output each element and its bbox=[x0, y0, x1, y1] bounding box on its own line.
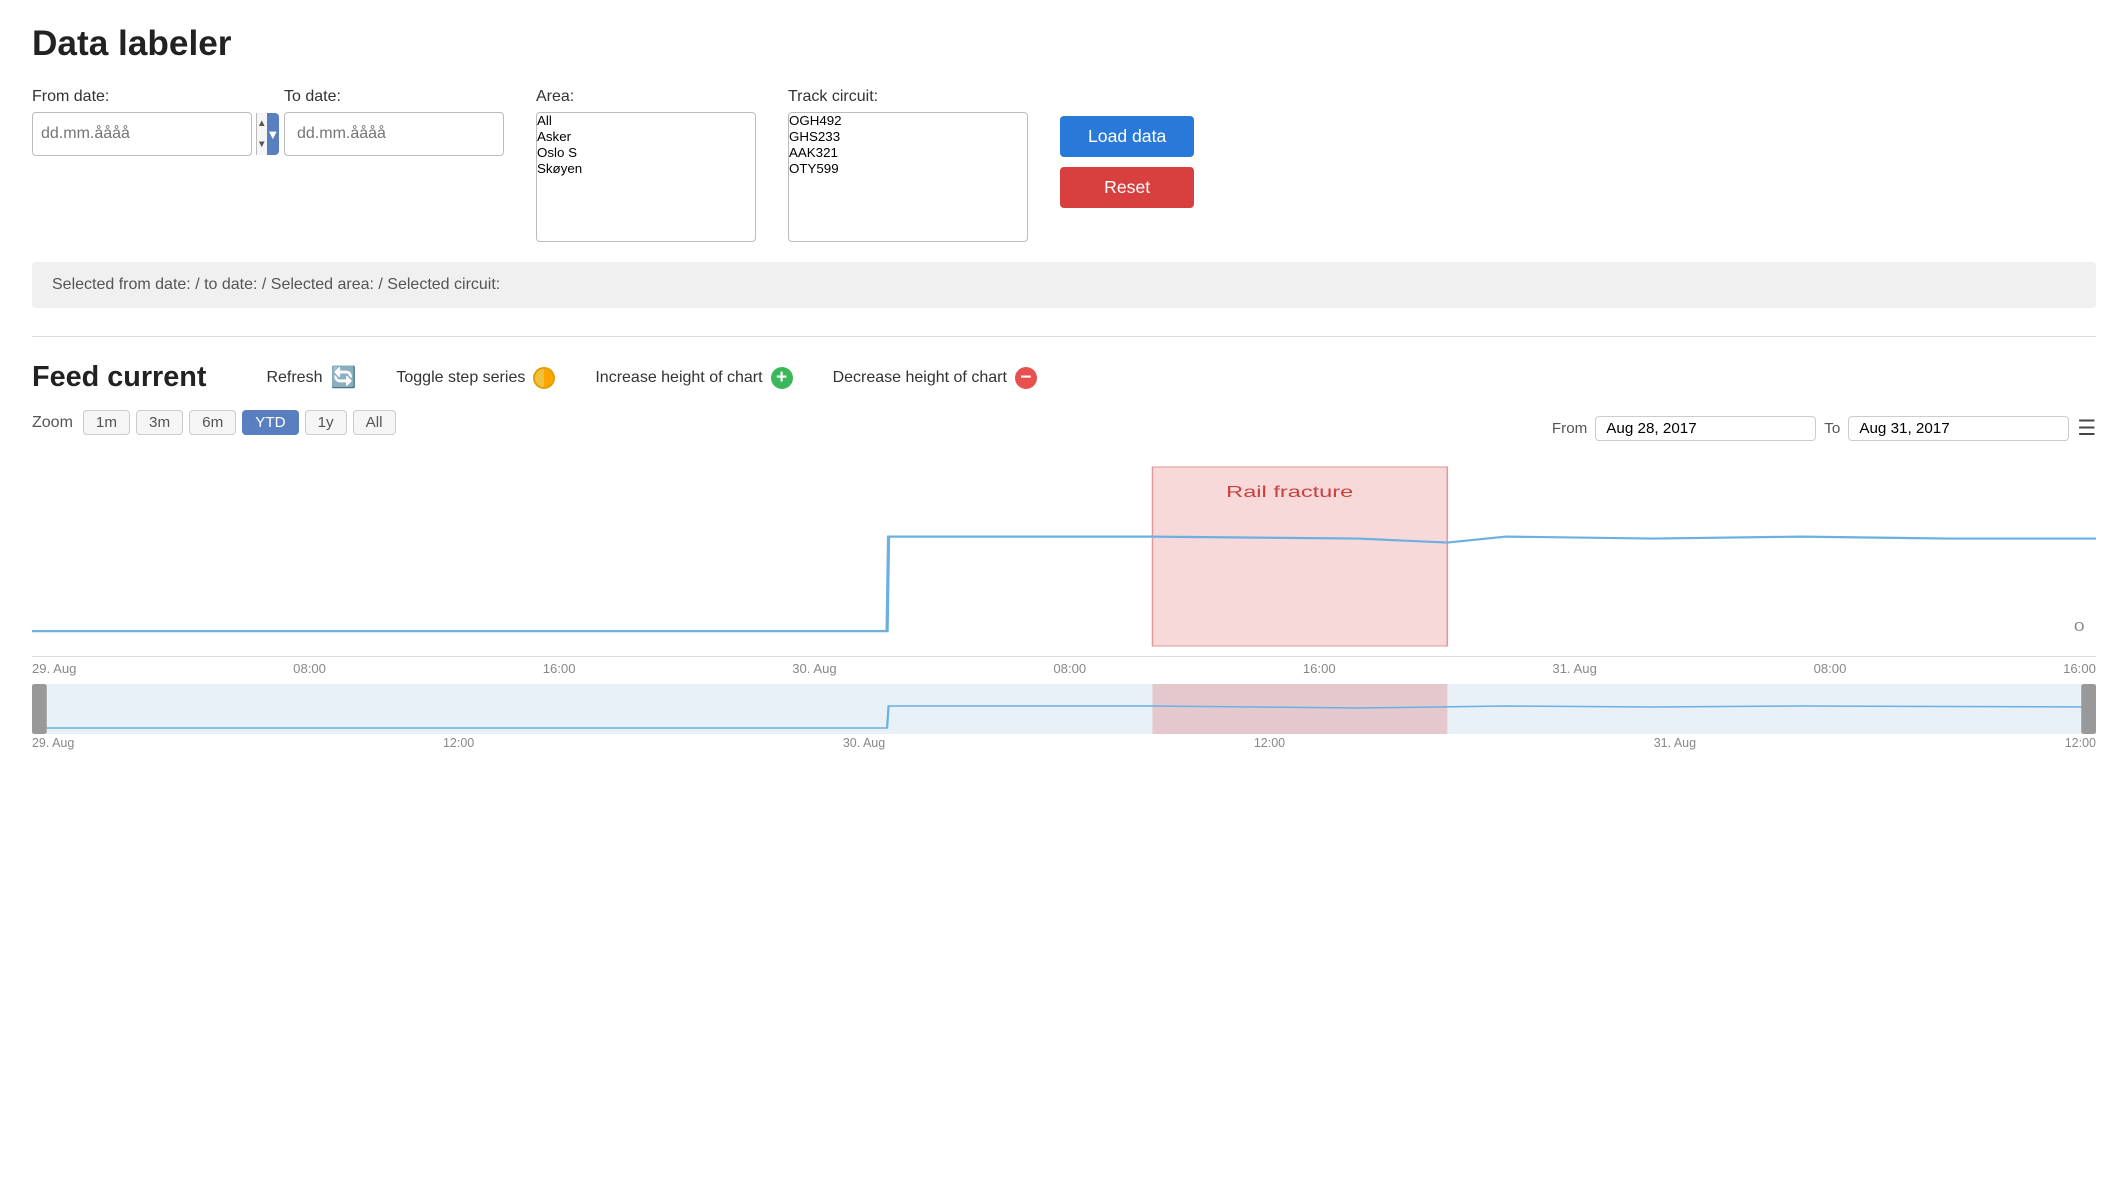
chart-menu-button[interactable]: ☰ bbox=[2077, 416, 2096, 441]
area-group: Area: AllAskerOslo SSkøyen bbox=[536, 88, 756, 242]
to-date-group: To date: bbox=[284, 88, 504, 156]
decrease-height-icon: − bbox=[1015, 367, 1037, 389]
x-label-5: 16:00 bbox=[1303, 661, 1336, 676]
page-container: Data labeler From date: ▲ ▼ ▼ To date: A… bbox=[0, 0, 2128, 776]
main-chart-area: Rail fracture 0 bbox=[32, 457, 2096, 657]
date-range-bar: From To ☰ bbox=[1552, 416, 2096, 441]
x-label-7: 08:00 bbox=[1814, 661, 1847, 676]
page-title: Data labeler bbox=[32, 24, 2096, 64]
action-buttons: Load data Reset bbox=[1060, 88, 1194, 208]
zoom-all[interactable]: All bbox=[353, 410, 396, 435]
from-range-label: From bbox=[1552, 420, 1587, 437]
mini-x-0: 29. Aug bbox=[32, 736, 74, 750]
area-listbox[interactable]: AllAskerOslo SSkøyen bbox=[536, 112, 756, 242]
x-label-2: 16:00 bbox=[543, 661, 576, 676]
toggle-step-ctrl[interactable]: Toggle step series bbox=[396, 367, 555, 389]
from-date-spin-buttons: ▲ ▼ bbox=[256, 113, 267, 155]
mini-right-handle[interactable] bbox=[2081, 684, 2096, 734]
x-label-0: 29. Aug bbox=[32, 661, 76, 676]
from-date-spin-down[interactable]: ▼ bbox=[257, 134, 267, 155]
chart-header: Feed current Refresh 🔄 Toggle step serie… bbox=[32, 361, 2096, 394]
x-label-8: 16:00 bbox=[2063, 661, 2096, 676]
to-date-input[interactable] bbox=[284, 112, 504, 156]
load-data-button[interactable]: Load data bbox=[1060, 116, 1194, 157]
increase-height-icon: + bbox=[771, 367, 793, 389]
status-text: Selected from date: / to date: / Selecte… bbox=[52, 276, 500, 293]
x-label-6: 31. Aug bbox=[1552, 661, 1596, 676]
track-circuit-group: Track circuit: OGH492GHS233AAK321OTY599 bbox=[788, 88, 1028, 242]
increase-height-ctrl[interactable]: Increase height of chart + bbox=[595, 367, 792, 389]
from-date-label: From date: bbox=[32, 88, 252, 106]
chart-x-labels: 29. Aug 08:00 16:00 30. Aug 08:00 16:00 … bbox=[32, 657, 2096, 680]
x-label-4: 08:00 bbox=[1053, 661, 1086, 676]
chart-section: Feed current Refresh 🔄 Toggle step serie… bbox=[32, 361, 2096, 752]
section-divider bbox=[32, 336, 2096, 337]
mini-x-2: 30. Aug bbox=[843, 736, 885, 750]
zoom-bar: Zoom 1m 3m 6m YTD 1y All bbox=[32, 410, 396, 435]
zoom-1y[interactable]: 1y bbox=[305, 410, 347, 435]
rail-fracture-label: Rail fracture bbox=[1226, 483, 1353, 500]
decrease-height-label: Decrease height of chart bbox=[833, 369, 1007, 387]
refresh-ctrl[interactable]: Refresh 🔄 bbox=[266, 366, 356, 390]
mini-left-handle[interactable] bbox=[32, 684, 47, 734]
refresh-icon: 🔄 bbox=[330, 366, 356, 390]
mini-chart-svg bbox=[32, 684, 2096, 734]
reset-button[interactable]: Reset bbox=[1060, 167, 1194, 208]
refresh-label: Refresh bbox=[266, 369, 322, 387]
increase-height-label: Increase height of chart bbox=[595, 369, 762, 387]
track-circuit-listbox[interactable]: OGH492GHS233AAK321OTY599 bbox=[788, 112, 1028, 242]
to-range-label: To bbox=[1824, 420, 1840, 437]
main-chart-svg: Rail fracture 0 bbox=[32, 457, 2096, 656]
y-zero-label: 0 bbox=[2074, 620, 2085, 634]
zoom-date-bar: Zoom 1m 3m 6m YTD 1y All From To ☰ bbox=[32, 410, 2096, 447]
mini-x-5: 12:00 bbox=[2065, 736, 2096, 750]
toggle-step-icon bbox=[533, 367, 555, 389]
area-label: Area: bbox=[536, 88, 756, 106]
from-range-input[interactable] bbox=[1595, 416, 1816, 441]
from-date-input[interactable] bbox=[33, 113, 256, 155]
x-label-1: 08:00 bbox=[293, 661, 326, 676]
to-range-input[interactable] bbox=[1848, 416, 2069, 441]
status-bar: Selected from date: / to date: / Selecte… bbox=[32, 262, 2096, 308]
zoom-6m[interactable]: 6m bbox=[189, 410, 236, 435]
zoom-ytd[interactable]: YTD bbox=[242, 410, 298, 435]
mini-x-1: 12:00 bbox=[443, 736, 474, 750]
from-date-dropdown-btn[interactable]: ▼ bbox=[267, 113, 280, 155]
mini-x-3: 12:00 bbox=[1254, 736, 1285, 750]
from-date-input-wrapper: ▲ ▼ ▼ bbox=[32, 112, 252, 156]
mini-bg bbox=[32, 684, 2096, 734]
decrease-height-ctrl[interactable]: Decrease height of chart − bbox=[833, 367, 1037, 389]
chart-line bbox=[32, 537, 2096, 632]
zoom-label: Zoom bbox=[32, 414, 73, 432]
filters-row: From date: ▲ ▼ ▼ To date: Area: AllAsker… bbox=[32, 88, 2096, 242]
x-label-3: 30. Aug bbox=[792, 661, 836, 676]
mini-x-4: 31. Aug bbox=[1654, 736, 1696, 750]
mini-annotation bbox=[1152, 684, 1447, 734]
mini-chart-x-labels: 29. Aug 12:00 30. Aug 12:00 31. Aug 12:0… bbox=[32, 734, 2096, 752]
zoom-1m[interactable]: 1m bbox=[83, 410, 130, 435]
from-date-group: From date: ▲ ▼ ▼ bbox=[32, 88, 252, 156]
to-date-label: To date: bbox=[284, 88, 504, 106]
mini-chart-area bbox=[32, 684, 2096, 734]
toggle-step-label: Toggle step series bbox=[396, 369, 525, 387]
from-date-spin-up[interactable]: ▲ bbox=[257, 113, 267, 134]
track-circuit-label: Track circuit: bbox=[788, 88, 1028, 106]
chart-title: Feed current bbox=[32, 361, 206, 394]
zoom-3m[interactable]: 3m bbox=[136, 410, 183, 435]
